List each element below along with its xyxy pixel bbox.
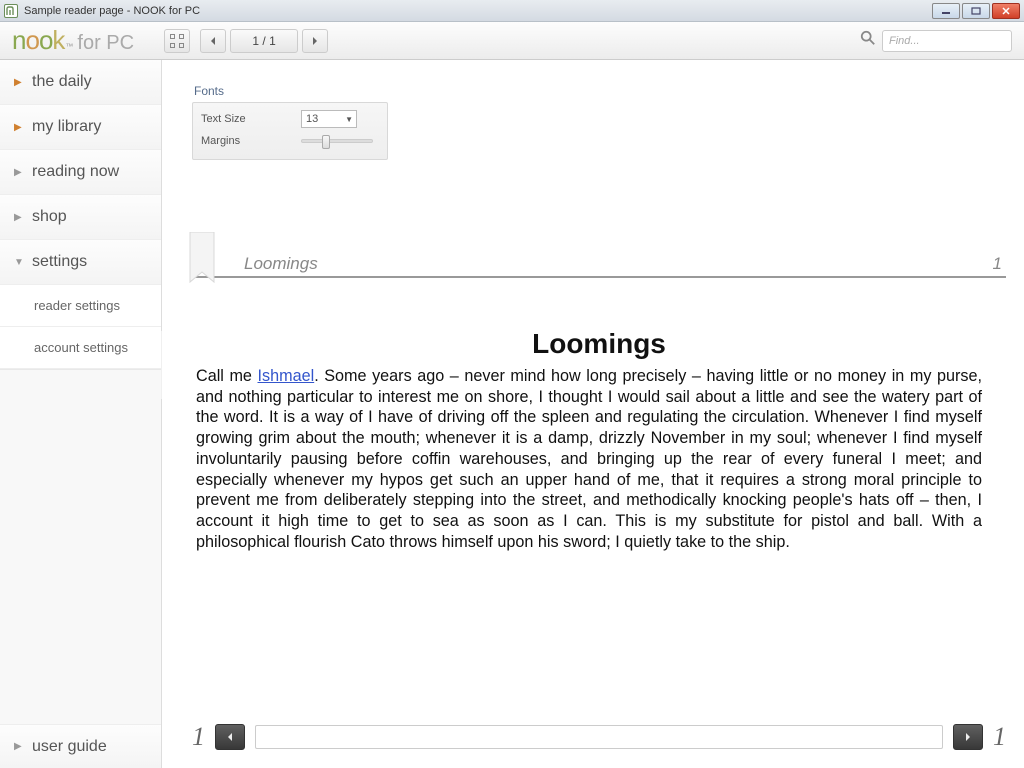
search-input[interactable] bbox=[882, 30, 1012, 52]
sidebar-item-the-daily[interactable]: ▶the daily bbox=[0, 60, 161, 105]
toolbar: nook™ for PC 1 / 1 bbox=[0, 22, 1024, 60]
window-title: Sample reader page - NOOK for PC bbox=[24, 5, 200, 17]
slider-thumb[interactable] bbox=[322, 135, 330, 149]
app-icon bbox=[4, 4, 18, 18]
page-scrubber[interactable] bbox=[255, 725, 943, 749]
maximize-button[interactable] bbox=[962, 3, 990, 19]
body-rest: . Some years ago – never mind how long p… bbox=[196, 367, 982, 551]
fonts-panel: Fonts Text Size 13 ▼ Margins bbox=[192, 84, 388, 160]
sidebar-subitem-reader-settings[interactable]: reader settings bbox=[0, 285, 161, 327]
logo-subtitle: for PC bbox=[77, 32, 134, 55]
body-lead: Call me bbox=[196, 367, 258, 385]
chapter-title: Loomings bbox=[192, 328, 1006, 360]
bottom-page-right: 1 bbox=[993, 722, 1006, 752]
sidebar: ▶the daily ▶my library ▶reading now ▶sho… bbox=[0, 60, 162, 768]
window-titlebar: Sample reader page - NOOK for PC bbox=[0, 0, 1024, 22]
bottom-prev-button[interactable] bbox=[215, 724, 245, 750]
fullscreen-icon bbox=[170, 34, 184, 48]
sidebar-subitem-label: reader settings bbox=[34, 298, 120, 313]
chevron-down-icon: ▼ bbox=[345, 115, 353, 124]
sidebar-item-label: user guide bbox=[32, 738, 107, 756]
next-page-button[interactable] bbox=[302, 29, 328, 53]
page-header: Loomings 1 bbox=[192, 254, 1006, 278]
bottom-nav: 1 1 bbox=[192, 722, 1006, 752]
margins-slider[interactable] bbox=[301, 139, 373, 143]
text-size-label: Text Size bbox=[201, 113, 301, 125]
bookmark-ribbon-icon bbox=[186, 232, 218, 297]
fonts-title: Fonts bbox=[192, 84, 388, 98]
sidebar-item-label: reading now bbox=[32, 163, 119, 181]
sidebar-item-label: the daily bbox=[32, 73, 92, 91]
header-chapter: Loomings bbox=[244, 254, 318, 274]
header-page-number: 1 bbox=[993, 254, 1002, 274]
sidebar-item-settings[interactable]: ▼settings bbox=[0, 240, 161, 285]
sidebar-item-label: my library bbox=[32, 118, 101, 136]
sidebar-item-reading-now[interactable]: ▶reading now bbox=[0, 150, 161, 195]
close-button[interactable] bbox=[992, 3, 1020, 19]
margins-label: Margins bbox=[201, 135, 301, 147]
sidebar-subitem-account-settings[interactable]: account settings bbox=[0, 327, 161, 369]
sidebar-item-my-library[interactable]: ▶my library bbox=[0, 105, 161, 150]
page-indicator: 1 / 1 bbox=[230, 29, 298, 53]
sidebar-item-shop[interactable]: ▶shop bbox=[0, 195, 161, 240]
sidebar-item-label: shop bbox=[32, 208, 67, 226]
sidebar-item-label: settings bbox=[32, 253, 87, 271]
sidebar-item-user-guide[interactable]: ▶user guide bbox=[0, 724, 161, 768]
fullscreen-button[interactable] bbox=[164, 29, 190, 53]
app-logo: nook™ for PC bbox=[12, 25, 134, 56]
bottom-page-left: 1 bbox=[192, 722, 205, 752]
bottom-next-button[interactable] bbox=[953, 724, 983, 750]
content-area: Fonts Text Size 13 ▼ Margins bbox=[162, 60, 1024, 768]
text-size-select[interactable]: 13 ▼ bbox=[301, 110, 357, 128]
search-icon bbox=[860, 30, 876, 51]
chapter-body: Call me Ishmael. Some years ago – never … bbox=[192, 366, 1006, 553]
minimize-button[interactable] bbox=[932, 3, 960, 19]
text-size-value: 13 bbox=[306, 113, 318, 125]
sidebar-subitem-label: account settings bbox=[34, 340, 128, 355]
ishmael-link[interactable]: Ishmael bbox=[258, 367, 315, 385]
prev-page-button[interactable] bbox=[200, 29, 226, 53]
